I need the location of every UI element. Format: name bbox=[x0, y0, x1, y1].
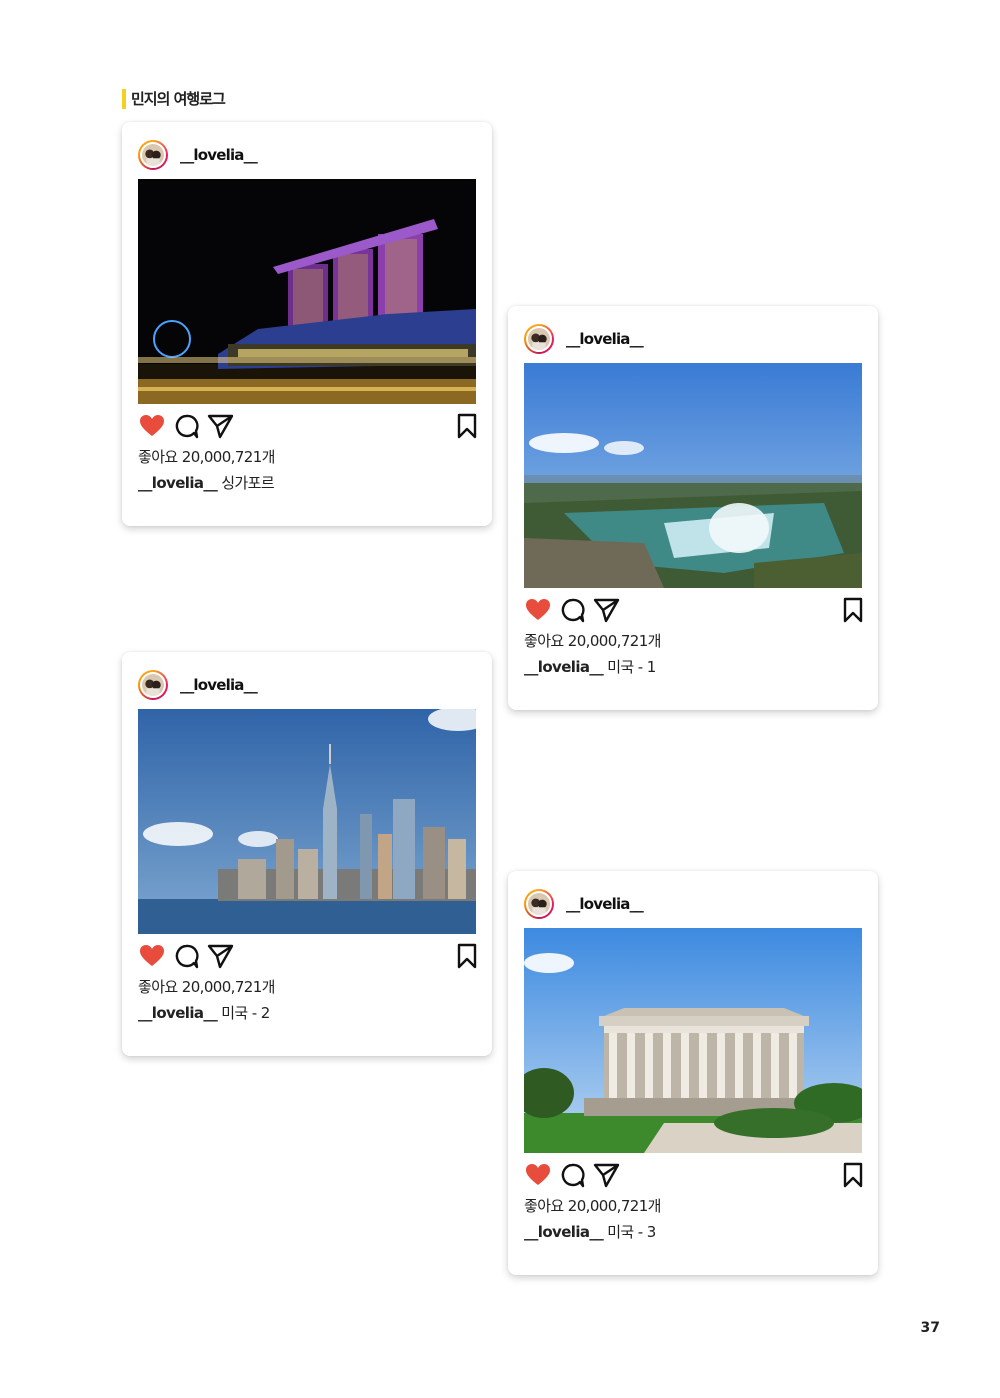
avatar[interactable] bbox=[524, 889, 554, 919]
new-york-skyline-photo bbox=[138, 709, 476, 934]
share-icon[interactable] bbox=[592, 596, 620, 624]
marina-bay-sands-photo bbox=[138, 179, 476, 404]
likes-count: 좋아요 20,000,721개 bbox=[524, 1197, 661, 1215]
post-header: __lovelia__ bbox=[138, 669, 258, 701]
share-icon[interactable] bbox=[206, 942, 234, 970]
comment-icon[interactable] bbox=[558, 596, 586, 624]
caption-username[interactable]: __lovelia__ bbox=[524, 1223, 604, 1241]
post-actions bbox=[138, 942, 478, 970]
post-photo bbox=[524, 363, 862, 588]
post-card: __lovelia__ 좋아요 20,000,721개 __lovelia__ … bbox=[508, 871, 878, 1275]
niagara-falls-photo bbox=[524, 363, 862, 588]
post-header: __lovelia__ bbox=[524, 888, 644, 920]
caption-text: 미국 - 2 bbox=[221, 1004, 270, 1022]
likes-count: 좋아요 20,000,721개 bbox=[138, 448, 275, 466]
share-icon[interactable] bbox=[592, 1161, 620, 1189]
comment-icon[interactable] bbox=[172, 412, 200, 440]
post-caption: __lovelia__ 미국 - 3 bbox=[524, 1221, 656, 1242]
post-username[interactable]: __lovelia__ bbox=[180, 676, 258, 694]
caption-username[interactable]: __lovelia__ bbox=[138, 1004, 218, 1022]
avatar[interactable] bbox=[138, 670, 168, 700]
section-title: 민지의 여행로그 bbox=[122, 89, 226, 109]
post-card: __lovelia__ 좋아요 20,000,721개 __lovelia__ … bbox=[122, 652, 492, 1056]
bookmark-icon[interactable] bbox=[839, 1161, 867, 1189]
caption-text: 미국 - 1 bbox=[607, 658, 656, 676]
caption-text: 싱가포르 bbox=[221, 474, 275, 492]
post-caption: __lovelia__ 싱가포르 bbox=[138, 472, 275, 493]
post-actions bbox=[524, 596, 864, 624]
post-card: __lovelia__ 좋아요 20,000,721개 __lovelia__ … bbox=[122, 122, 492, 526]
caption-text: 미국 - 3 bbox=[607, 1223, 656, 1241]
post-username[interactable]: __lovelia__ bbox=[566, 895, 644, 913]
post-actions bbox=[138, 412, 478, 440]
likes-count: 좋아요 20,000,721개 bbox=[524, 632, 661, 650]
bookmark-icon[interactable] bbox=[453, 412, 481, 440]
bookmark-icon[interactable] bbox=[839, 596, 867, 624]
post-header: __lovelia__ bbox=[524, 323, 644, 355]
post-card: __lovelia__ 좋아요 20,000,721개 __lovelia__ … bbox=[508, 306, 878, 710]
heart-icon[interactable] bbox=[524, 596, 552, 624]
post-caption: __lovelia__ 미국 - 1 bbox=[524, 656, 656, 677]
comment-icon[interactable] bbox=[172, 942, 200, 970]
page-number: 37 bbox=[920, 1320, 940, 1336]
post-username[interactable]: __lovelia__ bbox=[566, 330, 644, 348]
avatar[interactable] bbox=[138, 140, 168, 170]
heart-icon[interactable] bbox=[138, 942, 166, 970]
lincoln-memorial-photo bbox=[524, 928, 862, 1153]
caption-username[interactable]: __lovelia__ bbox=[524, 658, 604, 676]
post-username[interactable]: __lovelia__ bbox=[180, 146, 258, 164]
post-caption: __lovelia__ 미국 - 2 bbox=[138, 1002, 270, 1023]
post-photo bbox=[138, 709, 476, 934]
avatar[interactable] bbox=[524, 324, 554, 354]
heart-icon[interactable] bbox=[524, 1161, 552, 1189]
post-photo bbox=[138, 179, 476, 404]
post-header: __lovelia__ bbox=[138, 139, 258, 171]
comment-icon[interactable] bbox=[558, 1161, 586, 1189]
heart-icon[interactable] bbox=[138, 412, 166, 440]
share-icon[interactable] bbox=[206, 412, 234, 440]
likes-count: 좋아요 20,000,721개 bbox=[138, 978, 275, 996]
post-actions bbox=[524, 1161, 864, 1189]
post-photo bbox=[524, 928, 862, 1153]
bookmark-icon[interactable] bbox=[453, 942, 481, 970]
caption-username[interactable]: __lovelia__ bbox=[138, 474, 218, 492]
